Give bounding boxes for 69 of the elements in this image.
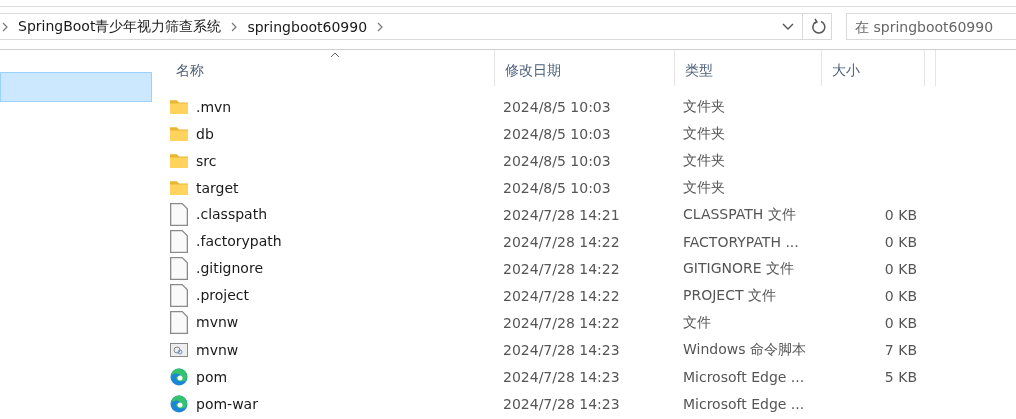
- file-icon: [170, 229, 188, 254]
- file-name[interactable]: db: [196, 125, 214, 142]
- chevron-icon[interactable]: [2, 21, 8, 32]
- modified-date: 2024/7/28 14:23: [503, 341, 620, 358]
- file-type: 文件: [683, 313, 711, 332]
- refresh-icon[interactable]: [811, 17, 827, 36]
- file-name[interactable]: .gitignore: [196, 260, 263, 277]
- column-header[interactable]: 大小: [822, 50, 925, 86]
- search-field[interactable]: 在 springboot60990: [846, 13, 1016, 40]
- modified-date: 2024/7/28 14:22: [503, 260, 620, 277]
- file-type: 文件夹: [683, 178, 725, 197]
- file-type: 文件夹: [683, 151, 725, 170]
- modified-date: 2024/8/5 10:03: [503, 152, 611, 169]
- file-size: 5 KB: [884, 368, 917, 385]
- file-name[interactable]: .factorypath: [196, 233, 282, 250]
- file-type: CLASSPATH 文件: [683, 205, 796, 224]
- file-name[interactable]: .project: [196, 287, 250, 304]
- file-type: Windows 命令脚本: [683, 340, 806, 359]
- address-bar[interactable]: SpringBoot青少年视力筛查系统 springboot60990: [0, 13, 832, 40]
- file-type: Microsoft Edge ...: [683, 395, 805, 412]
- file-type: 文件夹: [683, 124, 725, 143]
- column-header[interactable]: 类型: [675, 50, 822, 86]
- file-size: 7 KB: [884, 341, 917, 358]
- file-name[interactable]: mvnw: [196, 314, 239, 331]
- file-icon: [170, 256, 188, 281]
- file-size: 0 KB: [884, 233, 917, 250]
- browser-icon: [170, 367, 188, 386]
- file-type: PROJECT 文件: [683, 286, 776, 305]
- file-type: GITIGNORE 文件: [683, 259, 795, 278]
- file-name[interactable]: mvnw: [196, 341, 239, 358]
- folder-icon: [170, 125, 188, 142]
- file-name[interactable]: pom: [196, 368, 228, 385]
- dropdown-icon[interactable]: [782, 22, 794, 31]
- file-size: 0 KB: [884, 206, 917, 223]
- column-header[interactable]: 名称: [166, 50, 495, 86]
- modified-date: 2024/8/5 10:03: [503, 179, 611, 196]
- modified-date: 2024/8/5 10:03: [503, 98, 611, 115]
- file-icon: [170, 202, 188, 227]
- chevron-icon[interactable]: [377, 21, 384, 32]
- file-name[interactable]: target: [196, 179, 239, 196]
- modified-date: 2024/7/28 14:22: [503, 287, 620, 304]
- file-type: Microsoft Edge ...: [683, 368, 805, 385]
- folder-icon: [170, 98, 188, 115]
- file-type: 文件夹: [683, 97, 725, 116]
- modified-date: 2024/7/28 14:23: [503, 395, 620, 412]
- breadcrumb[interactable]: SpringBoot青少年视力筛查系统: [18, 17, 222, 36]
- breadcrumb[interactable]: springboot60990: [247, 18, 368, 35]
- sort-icon: [330, 52, 340, 58]
- file-name[interactable]: src: [196, 152, 217, 169]
- folder-icon: [170, 152, 188, 169]
- browser-icon: [170, 394, 188, 413]
- modified-date: 2024/7/28 14:21: [503, 206, 620, 223]
- modified-date: 2024/8/5 10:03: [503, 125, 611, 142]
- file-size: 0 KB: [884, 314, 917, 331]
- chevron-icon[interactable]: [231, 21, 238, 32]
- gear-window-icon: [170, 342, 188, 357]
- modified-date: 2024/7/28 14:22: [503, 314, 620, 331]
- folder-icon: [170, 179, 188, 196]
- file-icon: [170, 283, 188, 308]
- file-type: FACTORYPATH ...: [683, 233, 799, 250]
- file-name[interactable]: pom-war: [196, 395, 258, 412]
- file-name[interactable]: .classpath: [196, 206, 268, 223]
- file-name[interactable]: .mvn: [196, 98, 232, 115]
- file-size: 0 KB: [884, 260, 917, 277]
- modified-date: 2024/7/28 14:22: [503, 233, 620, 250]
- file-size: 0 KB: [884, 287, 917, 304]
- column-header[interactable]: 修改日期: [495, 50, 675, 86]
- file-icon: [170, 310, 188, 335]
- modified-date: 2024/7/28 14:23: [503, 368, 620, 385]
